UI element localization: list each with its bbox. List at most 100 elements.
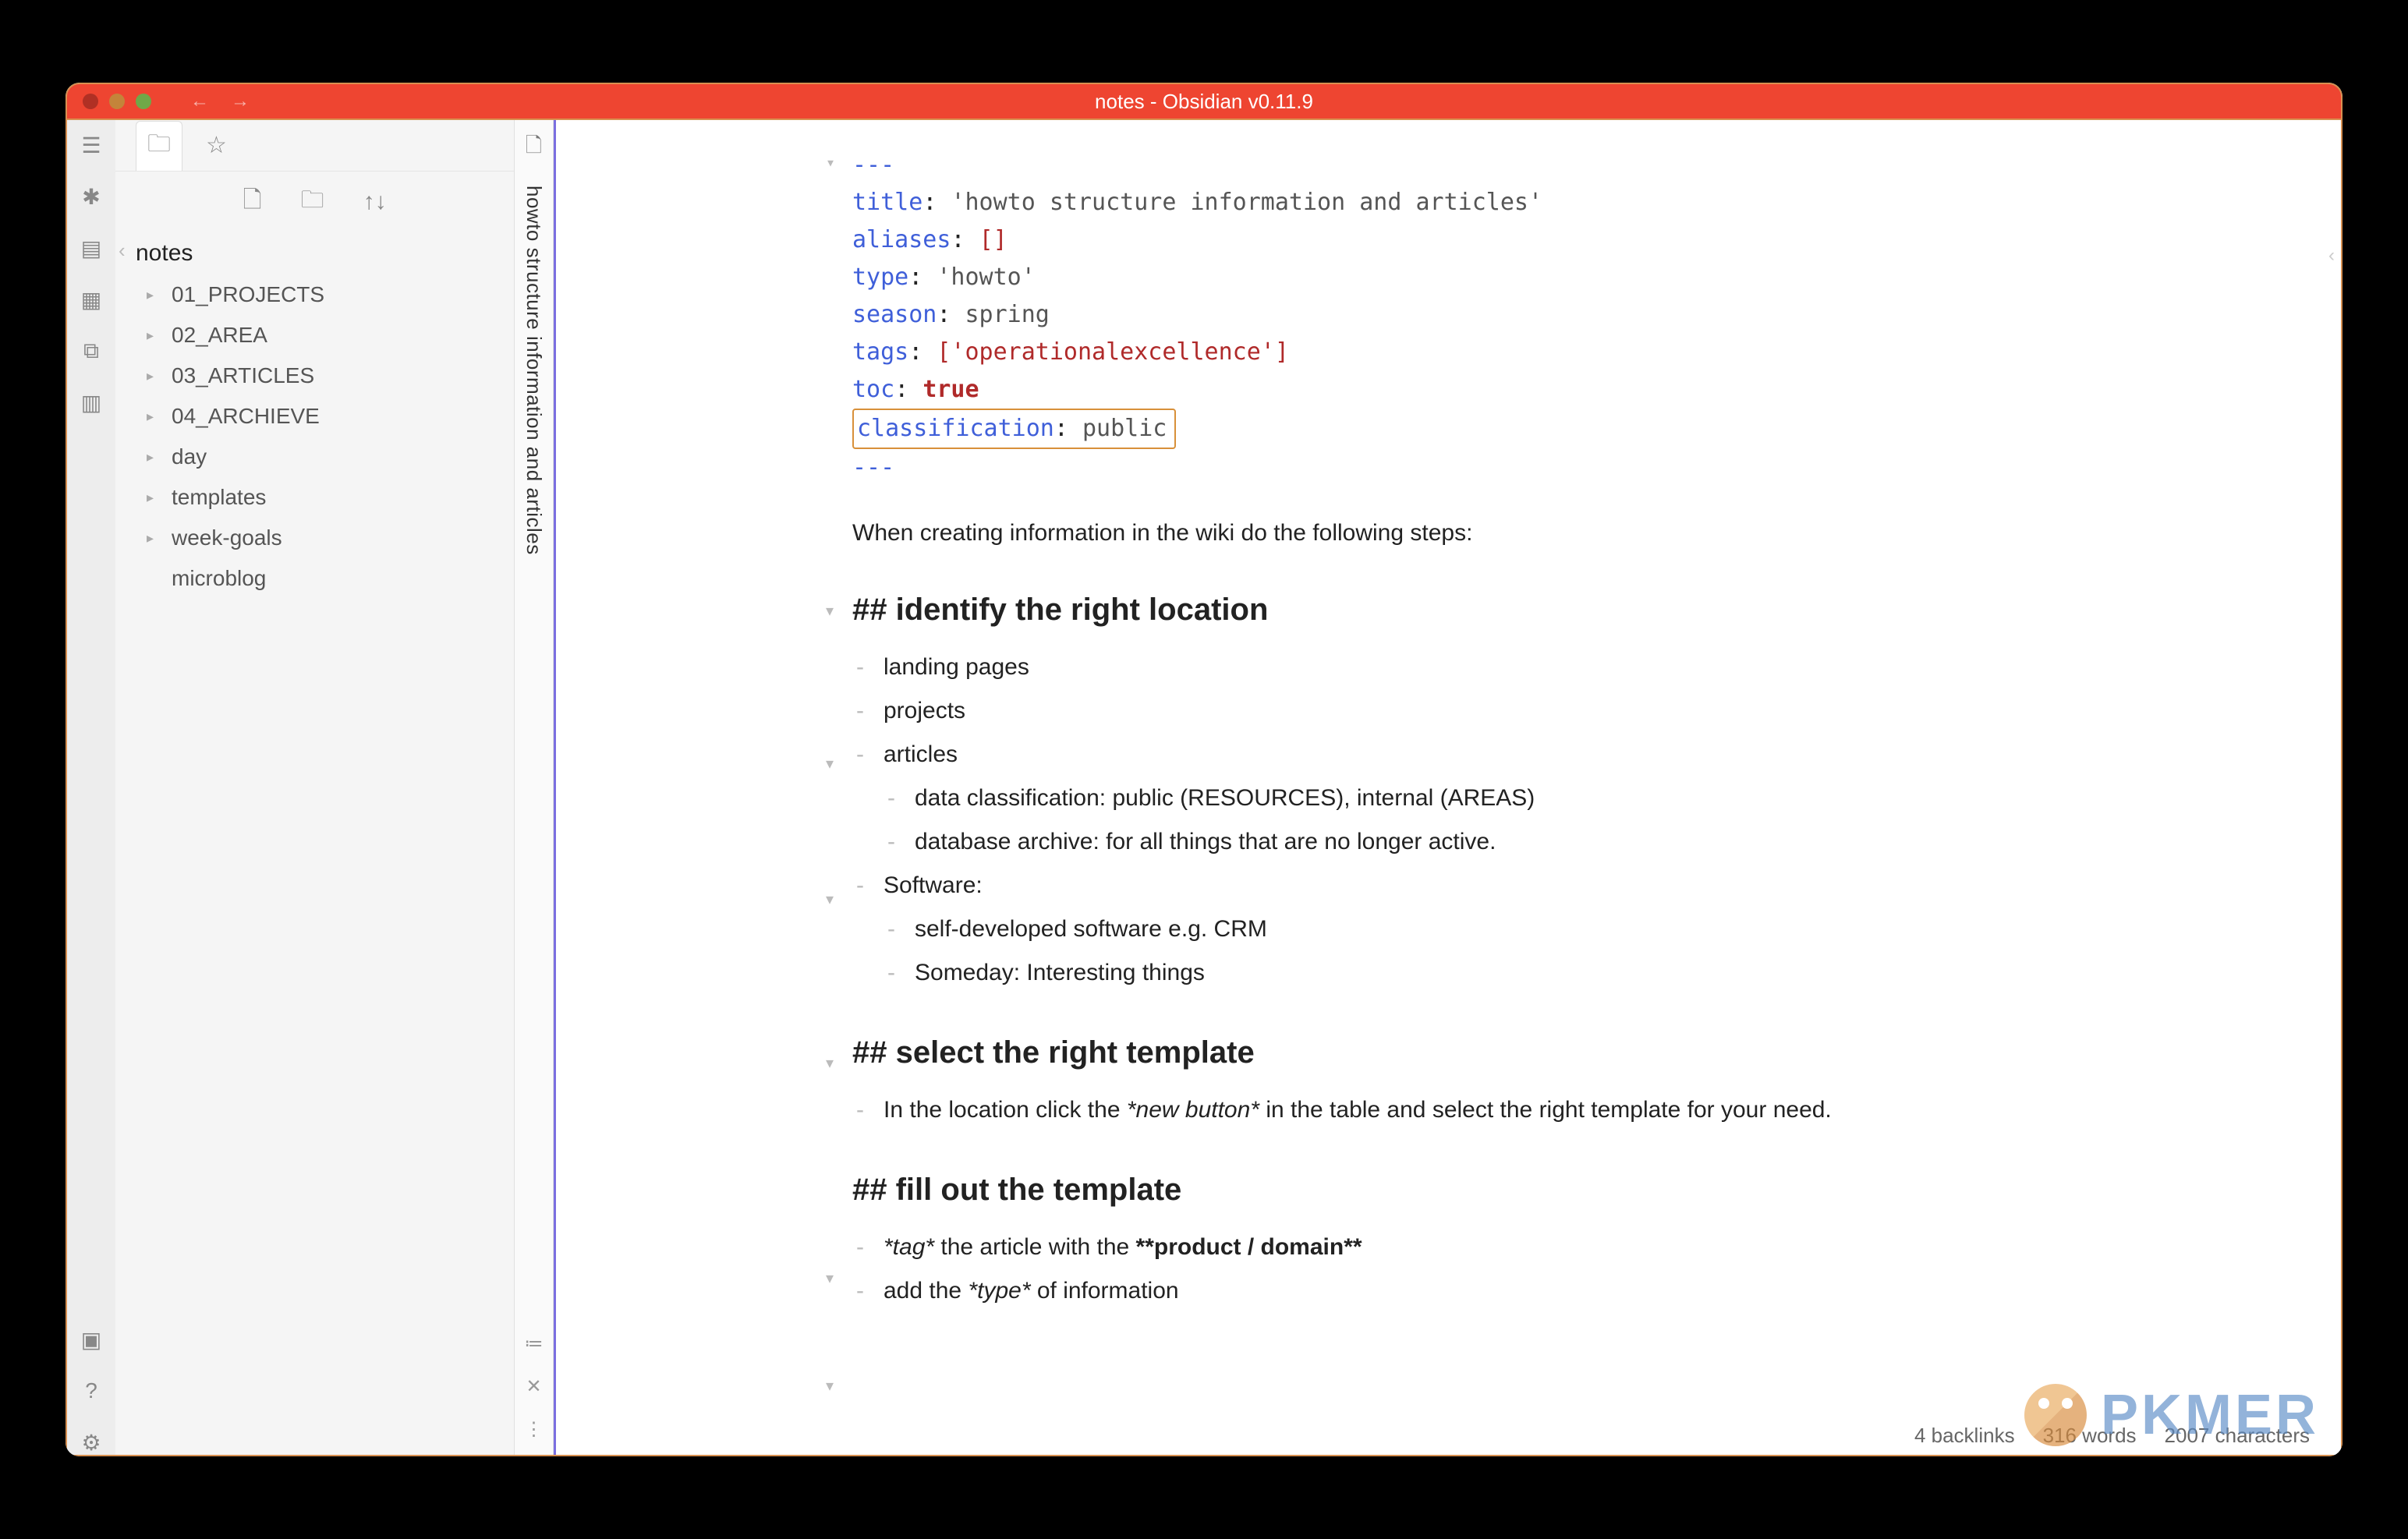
bullet-icon: - [884,823,899,861]
watermark: PKMER [2024,1383,2319,1447]
new-note-icon[interactable]: 🗋 [243,182,261,222]
tree-folder[interactable]: ▸ 01_PROJECTS [131,274,498,315]
tree-label: 04_ARCHIEVE [172,404,320,429]
bullet-icon: - [852,1091,868,1129]
tree-folder[interactable]: ▸templates [131,477,498,518]
list-item[interactable]: self-developed software e.g. CRM [915,911,1267,948]
new-folder-icon[interactable]: 🗀 [301,182,324,222]
fold-icon[interactable]: ▾ [826,1051,834,1076]
list-item[interactable]: add the *type* of information [884,1272,1179,1310]
list-item[interactable]: landing pages [884,649,1029,686]
editor-content[interactable]: ▾ --- title: 'howto structure informatio… [556,120,2341,1344]
daily-note-icon[interactable]: ▦ [79,287,104,312]
files-tab-icon[interactable]: 🗀 [136,121,182,171]
fm-value: 'howto structure information and article… [951,189,1542,216]
maximize-icon[interactable] [136,94,151,109]
list-item[interactable]: data classification: public (RESOURCES),… [915,780,1535,817]
sort-icon[interactable]: ↑↓ [363,189,387,215]
tree-label: 01_PROJECTS [172,282,324,307]
tab-title[interactable]: howto structure information and articles [522,186,546,555]
command-palette-icon[interactable]: ▥ [79,390,104,415]
heading[interactable]: ## fill out the template [852,1165,2286,1215]
list-item[interactable]: Someday: Interesting things [915,954,1205,992]
list-item[interactable]: In the location click the *new button* i… [884,1091,1832,1129]
tree-folder[interactable]: ▸ 02_AREA [131,315,498,356]
bullet-icon: - [852,1229,868,1266]
chevron-right-icon: ▸ [147,530,161,547]
collapse-right-icon[interactable]: ‹ [2328,245,2335,267]
fm-delim: --- [852,454,894,481]
tree-label: 02_AREA [172,323,267,348]
tree-label: day [172,444,207,469]
graph-view-icon[interactable]: ✱ [79,184,104,209]
list-item[interactable]: database archive: for all things that ar… [915,823,1496,861]
fm-value: spring [965,301,1050,328]
tree-folder[interactable]: ▸03_ARTICLES [131,356,498,396]
note-tab-icon[interactable]: 🗋 [526,131,542,165]
fm-key: type [852,264,908,291]
chevron-right-icon: ▸ [147,327,161,344]
app-window: ← → notes - Obsidian v0.11.9 ☰ ✱ ▤ ▦ ⧉ ▥… [66,83,2342,1456]
fm-value: true [922,376,979,403]
nav-arrows: ← → [190,90,250,112]
list-item[interactable]: *tag* the article with the **product / d… [884,1229,1362,1266]
editor[interactable]: ‹ ▾ --- title: 'howto structure informat… [554,120,2341,1455]
more-options-icon[interactable]: ⋮ [525,1418,544,1441]
close-tab-icon[interactable]: ✕ [526,1375,541,1398]
fold-icon[interactable]: ▾ [826,887,834,912]
help-icon[interactable]: ? [79,1378,104,1403]
tree-folder[interactable]: ▸04_ARCHIEVE [131,396,498,437]
titlebar[interactable]: ← → notes - Obsidian v0.11.9 [66,83,2342,120]
settings-icon[interactable]: ⚙ [79,1430,104,1455]
tree-label: templates [172,485,266,510]
app-body: ☰ ✱ ▤ ▦ ⧉ ▥ ▣ ? ⚙ ‹ 🗀 ☆ 🗋 🗀 ↑↓ notes [66,120,2342,1456]
list-item[interactable]: Software: [884,867,983,904]
tree-folder[interactable]: ▸week-goals [131,518,498,558]
collapse-left-icon[interactable]: ‹ [119,239,126,263]
fm-value: [] [979,226,1007,253]
bullet-icon: - [884,780,899,817]
bullet-icon: - [884,911,899,948]
tab-strip: 🗋 howto structure information and articl… [515,120,554,1455]
bullet-icon: - [852,736,868,773]
bullet-icon: - [852,692,868,730]
fm-value: public [1082,415,1167,442]
star-tab-icon[interactable]: ☆ [206,132,227,159]
fm-value: 'howto' [937,264,1035,291]
nav-forward-icon[interactable]: → [231,90,250,112]
heading[interactable]: ## select the right template [852,1028,2286,1077]
fm-delim: --- [852,151,894,179]
window-controls [83,94,151,109]
fold-icon[interactable]: ▾ [826,1374,834,1399]
frontmatter[interactable]: ▾ --- title: 'howto structure informatio… [852,147,2286,486]
fm-key: title [852,189,922,216]
tree-folder[interactable]: ▸day [131,437,498,477]
fold-icon[interactable]: ▾ [826,150,835,175]
list-item[interactable]: articles [884,736,958,773]
fold-icon[interactable]: ▾ [826,599,834,624]
another-vault-icon[interactable]: ▣ [79,1327,104,1352]
chevron-right-icon: ▸ [147,287,161,303]
nav-back-icon[interactable]: ← [190,90,209,112]
fm-key: classification [857,415,1054,442]
fm-key: aliases [852,226,951,253]
link-pane-icon[interactable]: ≔ [525,1332,544,1355]
quick-switcher-icon[interactable]: ☰ [79,133,104,157]
intro-paragraph[interactable]: When creating information in the wiki do… [852,515,2286,552]
vault-name[interactable]: notes [115,232,514,274]
chevron-right-icon: ▸ [147,368,161,384]
list-item[interactable]: projects [884,692,965,730]
watermark-text: PKMER [2101,1383,2319,1447]
minimize-icon[interactable] [109,94,125,109]
close-icon[interactable] [83,94,98,109]
fold-icon[interactable]: ▾ [826,1266,834,1291]
tree-file[interactable]: microblog [131,558,498,599]
vault-icon[interactable]: ▤ [79,235,104,260]
backlinks-count[interactable]: 4 backlinks [1914,1424,2015,1448]
sidebar-tabs: 🗀 ☆ [115,120,514,172]
templates-ribbon-icon[interactable]: ⧉ [79,338,104,363]
bullet-icon: - [852,649,868,686]
heading[interactable]: ## identify the right location [852,585,2286,635]
fold-icon[interactable]: ▾ [826,752,834,777]
ribbon: ☰ ✱ ▤ ▦ ⧉ ▥ ▣ ? ⚙ [67,120,115,1455]
